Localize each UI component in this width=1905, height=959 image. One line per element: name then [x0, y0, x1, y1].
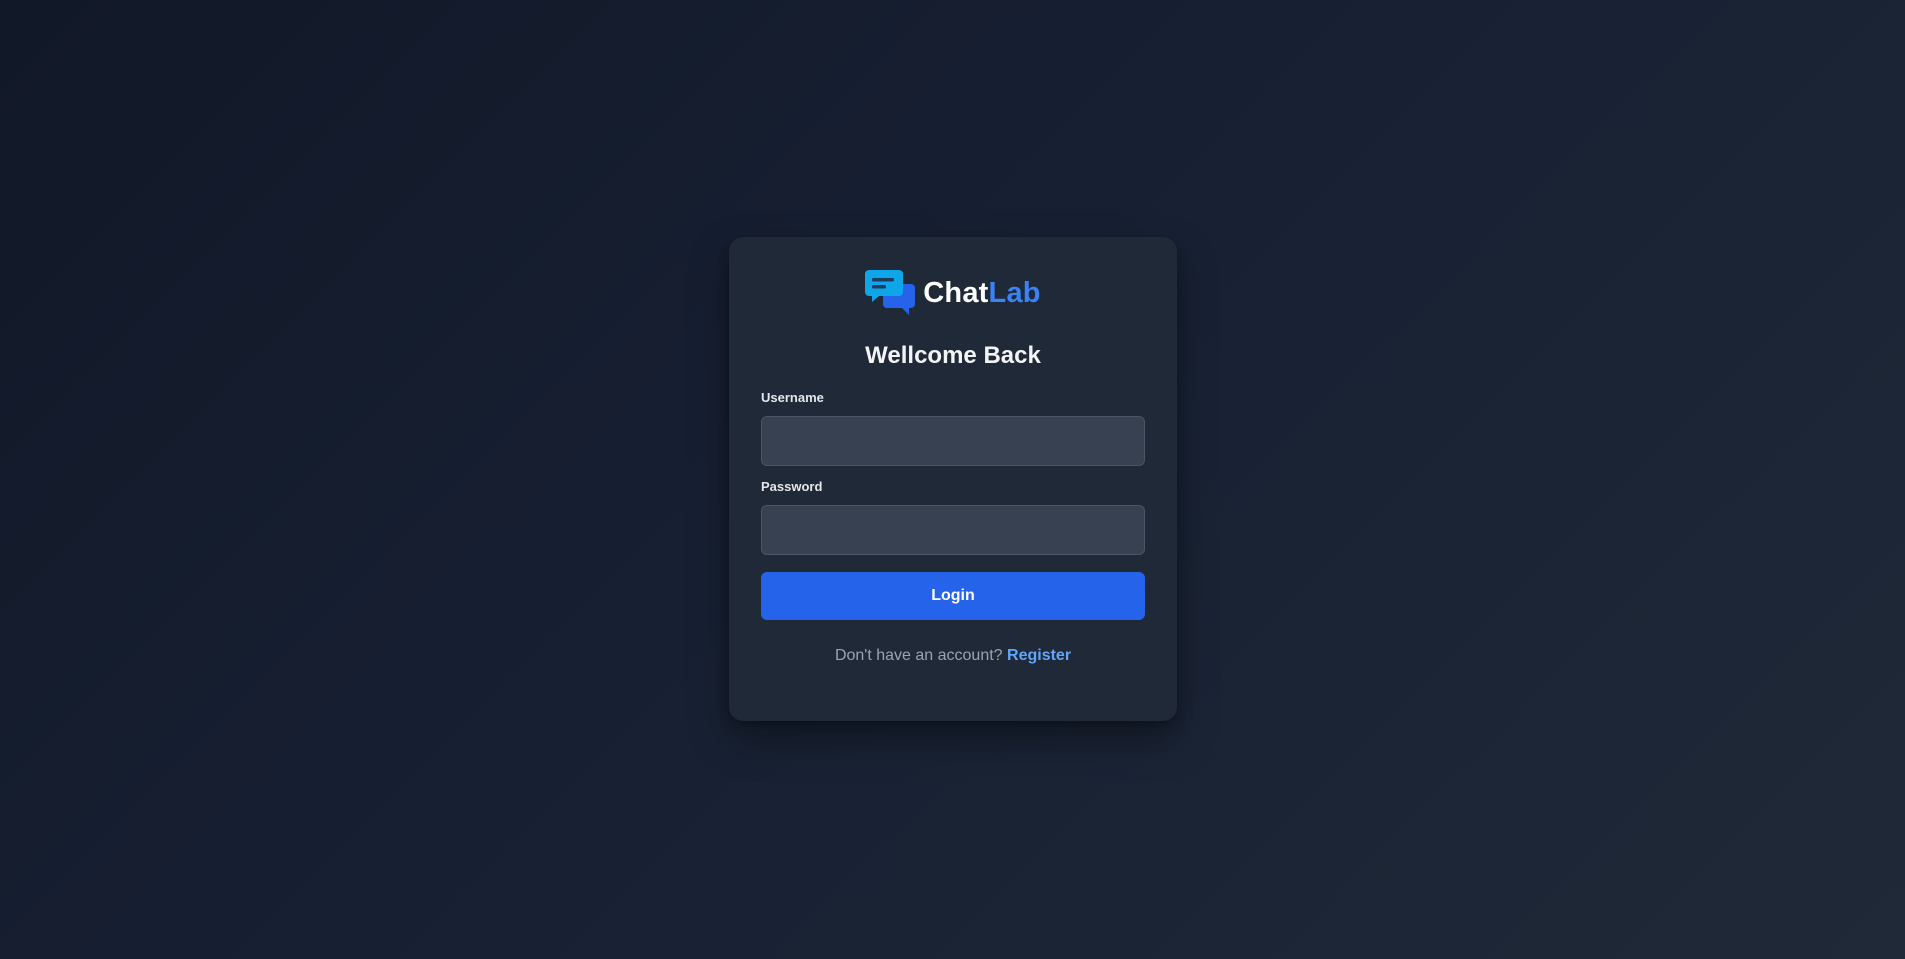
login-card: ChatLab Wellcome Back Username Password …: [729, 237, 1177, 721]
page-title: Wellcome Back: [865, 342, 1041, 369]
chat-bubbles-icon: [865, 270, 916, 316]
brand-logo: ChatLab: [761, 269, 1145, 317]
login-button[interactable]: Login: [761, 572, 1145, 620]
username-label: Username: [761, 390, 824, 405]
password-input[interactable]: [761, 505, 1145, 555]
register-prompt: Don't have an account? Register: [761, 646, 1145, 666]
register-prompt-text: Don't have an account?: [834, 647, 1003, 664]
username-input[interactable]: [761, 416, 1145, 466]
password-label: Password: [761, 479, 823, 494]
brand-name: ChatLab: [923, 276, 1041, 309]
brand-name-lab: Lab: [988, 276, 1041, 309]
brand-name-chat: Chat: [923, 276, 989, 309]
register-link[interactable]: Register: [1007, 647, 1071, 664]
